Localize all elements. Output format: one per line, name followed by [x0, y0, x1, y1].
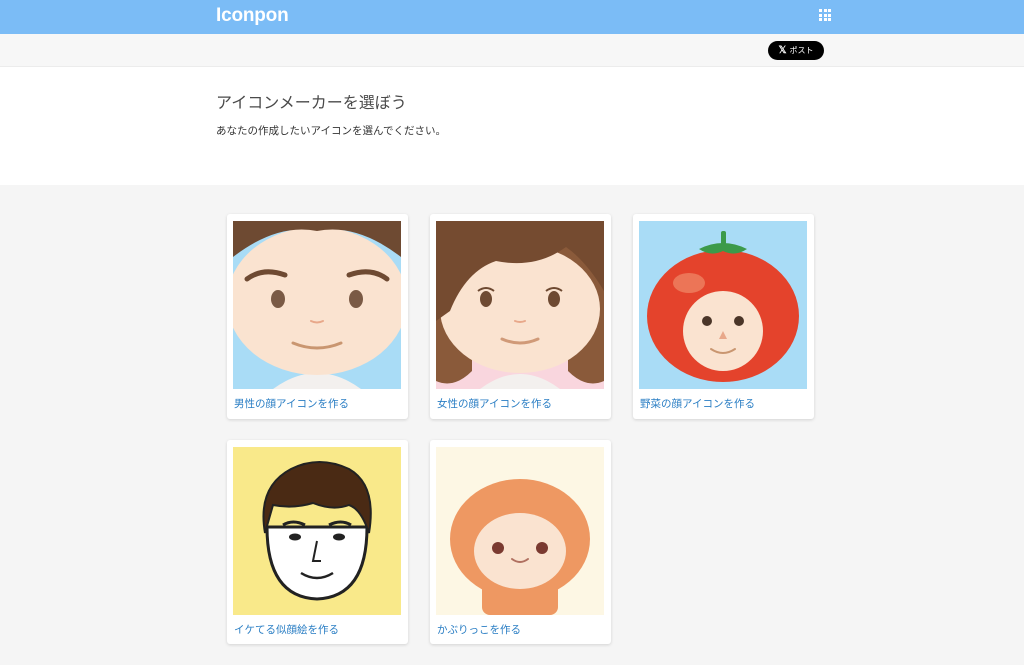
intro-section: アイコンメーカーを選ぼう あなたの作成したいアイコンを選んでください。: [0, 67, 1024, 185]
page-title: アイコンメーカーを選ぼう: [216, 93, 407, 112]
portrait-icon[interactable]: [233, 447, 401, 615]
maker-label-male[interactable]: 男性の顔アイコンを作る: [234, 396, 349, 411]
maker-label-hood[interactable]: かぶりっこを作る: [437, 622, 521, 637]
page-description: あなたの作成したいアイコンを選んでください。: [216, 125, 446, 137]
site-logo[interactable]: Iconpon: [216, 5, 289, 27]
share-bar: 𝕏 ポスト: [0, 34, 1024, 67]
male-face-icon[interactable]: [233, 221, 401, 389]
female-face-icon[interactable]: [436, 221, 604, 389]
grid-icon[interactable]: [819, 9, 831, 21]
maker-card-male[interactable]: 男性の顔アイコンを作る: [227, 214, 408, 419]
maker-card-vegetable[interactable]: 野菜の顔アイコンを作る: [633, 214, 814, 419]
post-label: ポスト: [789, 46, 814, 55]
maker-label-portrait[interactable]: イケてる似顔絵を作る: [234, 622, 339, 637]
maker-card-portrait[interactable]: イケてる似顔絵を作る: [227, 440, 408, 644]
maker-card-hood[interactable]: かぶりっこを作る: [430, 440, 611, 644]
maker-card-female[interactable]: 女性の顔アイコンを作る: [430, 214, 611, 419]
top-bar: Iconpon: [0, 0, 1024, 34]
maker-label-female[interactable]: 女性の顔アイコンを作る: [437, 396, 552, 411]
x-post-button[interactable]: 𝕏 ポスト: [768, 41, 824, 60]
hood-character-icon[interactable]: [436, 447, 604, 615]
x-logo-icon: 𝕏: [778, 45, 787, 56]
maker-label-vegetable[interactable]: 野菜の顔アイコンを作る: [640, 396, 755, 411]
tomato-face-icon[interactable]: [639, 221, 807, 389]
